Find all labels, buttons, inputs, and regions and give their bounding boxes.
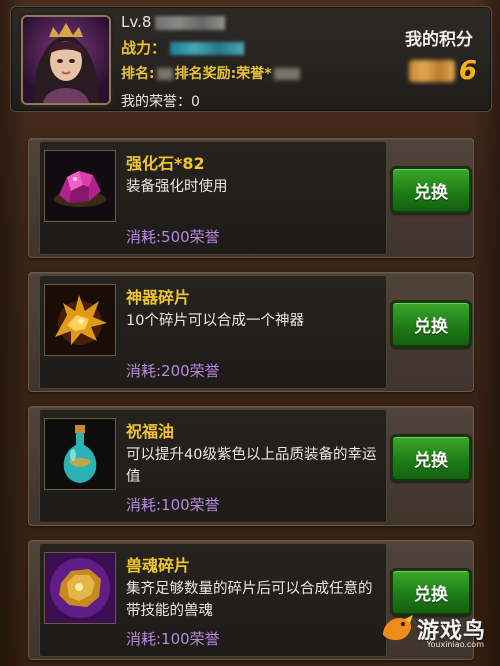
rank-line: 排名: 排名奖励:荣誉* [121,63,302,83]
obscured-power-value [170,42,245,55]
combat-power: 战力： [121,37,245,58]
item-info-panel: 兽魂碎片 集齐足够数量的碎片后可以合成任意的带技能的兽魂 消耗:100荣誉 [39,543,387,657]
bird-logo-icon [382,615,413,641]
item-name: 祝福油 [126,422,175,441]
shop-item-card: 神器碎片 10个碎片可以合成一个神器 消耗:200荣誉 兑换 [28,272,474,392]
avatar-portrait-icon [23,17,109,103]
item-description: 10个碎片可以合成一个神器 [126,313,304,329]
beast-soul-fragment-icon [44,552,116,624]
item-description: 装备强化时使用 [126,179,228,195]
item-info-panel: 祝福油 可以提升40级紫色以上品质装备的幸运值 消耗:100荣誉 [39,409,387,523]
dragon-fragment-icon [44,284,116,356]
player-level: Lv.8 [121,13,226,31]
obscured-name [155,15,226,30]
shop-item-card: 强化石*82 装备强化时使用 消耗:500荣誉 兑换 [28,138,474,258]
score-digit: 6 [458,56,477,86]
exchange-button[interactable]: 兑换 [391,301,471,347]
watermark-url: Youxiniao.com [426,640,484,649]
item-cost: 消耗:200荣誉 [126,362,220,380]
item-description: 集齐足够数量的碎片后可以合成任意的带技能的兽魂 [126,581,373,619]
obscured-reward [273,68,300,80]
rank-label: 排名: [121,66,155,82]
avatar[interactable] [21,15,111,105]
exchange-button[interactable]: 兑换 [391,167,471,213]
item-cost: 消耗:100荣誉 [126,496,220,514]
my-honor: 我的荣誉：0 [121,94,200,110]
exchange-button[interactable]: 兑换 [391,435,471,481]
item-info-panel: 神器碎片 10个碎片可以合成一个神器 消耗:200荣誉 [39,275,387,389]
item-cost: 消耗:100荣誉 [126,630,220,648]
item-name: 兽魂碎片 [126,556,191,575]
level-text: Lv.8 [121,13,152,31]
score-value: 6 [408,56,477,86]
rank-reward-suffix: * [264,66,272,82]
obscured-rank [156,68,173,80]
item-name: 神器碎片 [126,288,191,307]
power-label: 战力： [121,39,167,57]
shop-item-card: 祝福油 可以提升40级紫色以上品质装备的幸运值 消耗:100荣誉 兑换 [28,406,474,526]
player-info-panel: Lv.8 战力： 排名: 排名奖励:荣誉* 我的荣誉：0 我的积分 6 [10,6,492,112]
item-name: 强化石*82 [126,154,205,173]
obscured-score-digits [408,60,455,82]
item-cost: 消耗:500荣誉 [126,228,220,246]
score-title: 我的积分 [405,30,473,50]
blessing-oil-bottle-icon [44,418,116,490]
pink-crystal-icon [44,150,116,222]
watermark-logo: 游戏鸟 Youxiniao.com [377,606,486,652]
item-description: 可以提升40级紫色以上品质装备的幸运值 [126,447,377,485]
item-info-panel: 强化石*82 装备强化时使用 消耗:500荣誉 [39,141,387,255]
rank-reward-label: 排名奖励:荣誉 [174,66,265,82]
